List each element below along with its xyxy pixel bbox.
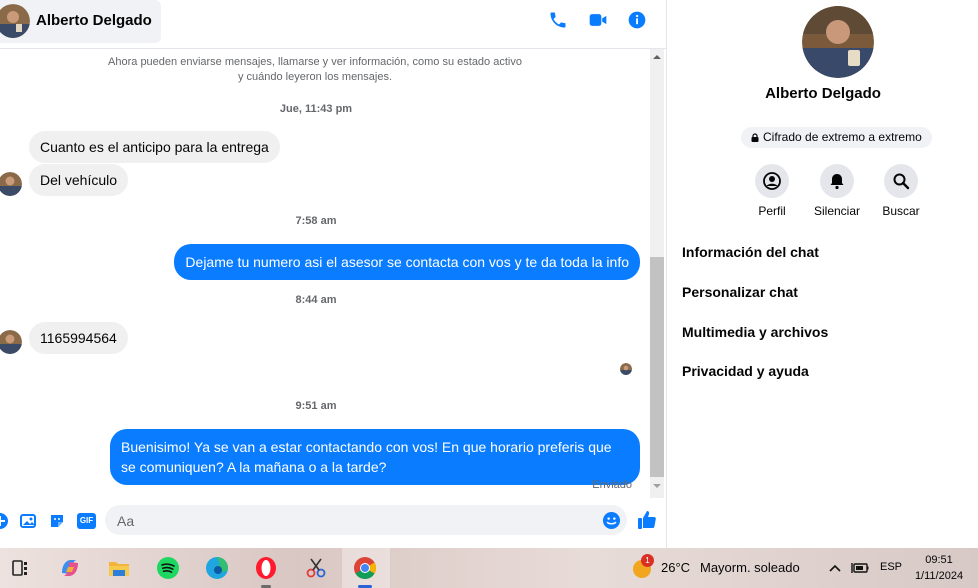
- scrollbar[interactable]: [650, 49, 664, 498]
- emoji-icon[interactable]: [602, 511, 621, 530]
- scroll-down-arrow-icon[interactable]: [653, 484, 661, 488]
- battery-charging-icon[interactable]: [851, 561, 869, 575]
- menu-customize-chat[interactable]: Personalizar chat: [682, 284, 798, 300]
- profile-icon: [763, 172, 781, 190]
- message-outgoing[interactable]: Buenisimo! Ya se van a estar contactando…: [110, 429, 640, 485]
- search-button[interactable]: Buscar: [871, 164, 931, 218]
- file-explorer-icon[interactable]: [107, 556, 131, 580]
- message-list: Ahora pueden enviarse mensajes, llamarse…: [0, 49, 650, 498]
- sticker-icon[interactable]: [48, 512, 66, 530]
- message-incoming[interactable]: 1165994564: [29, 322, 128, 354]
- composer: GIF Aa: [0, 498, 666, 548]
- weather-temperature: 26°C: [661, 560, 691, 575]
- timestamp: 8:44 am: [295, 294, 337, 306]
- menu-media-files[interactable]: Multimedia y archivos: [682, 324, 828, 340]
- weather-description: Mayorm. soleado: [700, 560, 800, 575]
- chat-header: Alberto Delgado: [0, 0, 666, 49]
- chrome-icon[interactable]: [353, 556, 377, 580]
- search-icon: [893, 173, 910, 190]
- weather-notification-badge: 1: [641, 554, 654, 567]
- contact-avatar: [0, 4, 30, 38]
- message-incoming[interactable]: Del vehículo: [29, 164, 129, 196]
- encryption-label: Cifrado de extremo a extremo: [763, 130, 922, 144]
- more-actions-icon[interactable]: [0, 512, 9, 530]
- mute-label: Silenciar: [813, 204, 861, 218]
- snip-tool-icon[interactable]: [304, 556, 328, 580]
- menu-chat-info[interactable]: Información del chat: [682, 244, 819, 260]
- info-icon[interactable]: [627, 10, 647, 30]
- task-view-icon[interactable]: [8, 556, 32, 580]
- contact-profile-photo[interactable]: [802, 6, 874, 78]
- chevron-up-icon[interactable]: [828, 562, 842, 574]
- clock-date: 1/11/2024: [914, 570, 964, 582]
- message-outgoing[interactable]: Dejame tu numero asi el asesor se contac…: [174, 244, 640, 280]
- opera-icon[interactable]: [254, 556, 278, 580]
- copilot-icon[interactable]: [58, 556, 82, 580]
- like-icon[interactable]: [637, 510, 657, 530]
- contact-name-panel: Alberto Delgado: [765, 85, 881, 102]
- contact-avatar-small: [0, 330, 22, 354]
- profile-label: Perfil: [758, 204, 786, 218]
- notice-line: y cuándo leyeron los mensajes.: [237, 71, 393, 83]
- timestamp: Jue, 11:43 pm: [279, 103, 353, 115]
- input-language[interactable]: ESP: [880, 561, 902, 573]
- contact-avatar-small: [0, 172, 22, 196]
- menu-privacy-help[interactable]: Privacidad y ayuda: [682, 363, 809, 379]
- notice-line: Ahora pueden enviarse mensajes, llamarse…: [108, 56, 522, 68]
- read-receipt-avatar: [620, 363, 632, 375]
- spotify-icon[interactable]: [156, 556, 180, 580]
- lock-icon: [751, 133, 759, 142]
- phone-icon[interactable]: [548, 10, 568, 30]
- timestamp: 7:58 am: [295, 215, 337, 227]
- sent-status: Enviado: [592, 479, 632, 491]
- clock-time: 09:51: [925, 554, 953, 566]
- contact-header-button[interactable]: Alberto Delgado: [0, 0, 161, 43]
- edge-icon[interactable]: [205, 556, 229, 580]
- mute-button[interactable]: Silenciar: [807, 164, 867, 218]
- bell-icon: [830, 174, 844, 190]
- scroll-up-arrow-icon[interactable]: [653, 55, 661, 59]
- search-label: Buscar: [882, 204, 920, 218]
- gif-icon[interactable]: GIF: [77, 513, 96, 529]
- video-icon[interactable]: [588, 10, 608, 30]
- message-input-placeholder: Aa: [117, 513, 135, 529]
- contact-name: Alberto Delgado: [36, 12, 152, 29]
- conversation-info-panel: Alberto Delgado Cifrado de extremo a ext…: [666, 0, 978, 548]
- taskbar: 1 26°C Mayorm. soleado ESP 09:51 1/11/20…: [0, 548, 978, 588]
- encryption-badge[interactable]: Cifrado de extremo a extremo: [741, 127, 932, 148]
- privacy-notice: Ahora pueden enviarse mensajes, llamarse…: [90, 55, 540, 85]
- clock[interactable]: 09:51 1/11/2024: [908, 552, 970, 584]
- profile-button[interactable]: Perfil: [742, 164, 802, 218]
- chat-window: Alberto Delgado Ahora pueden enviarse me…: [0, 0, 666, 548]
- attach-photo-icon[interactable]: [19, 512, 37, 530]
- scrollbar-thumb[interactable]: [650, 257, 664, 477]
- message-incoming[interactable]: Cuanto es el anticipo para la entrega: [29, 131, 280, 163]
- timestamp: 9:51 am: [295, 400, 337, 412]
- message-input[interactable]: Aa: [105, 505, 627, 535]
